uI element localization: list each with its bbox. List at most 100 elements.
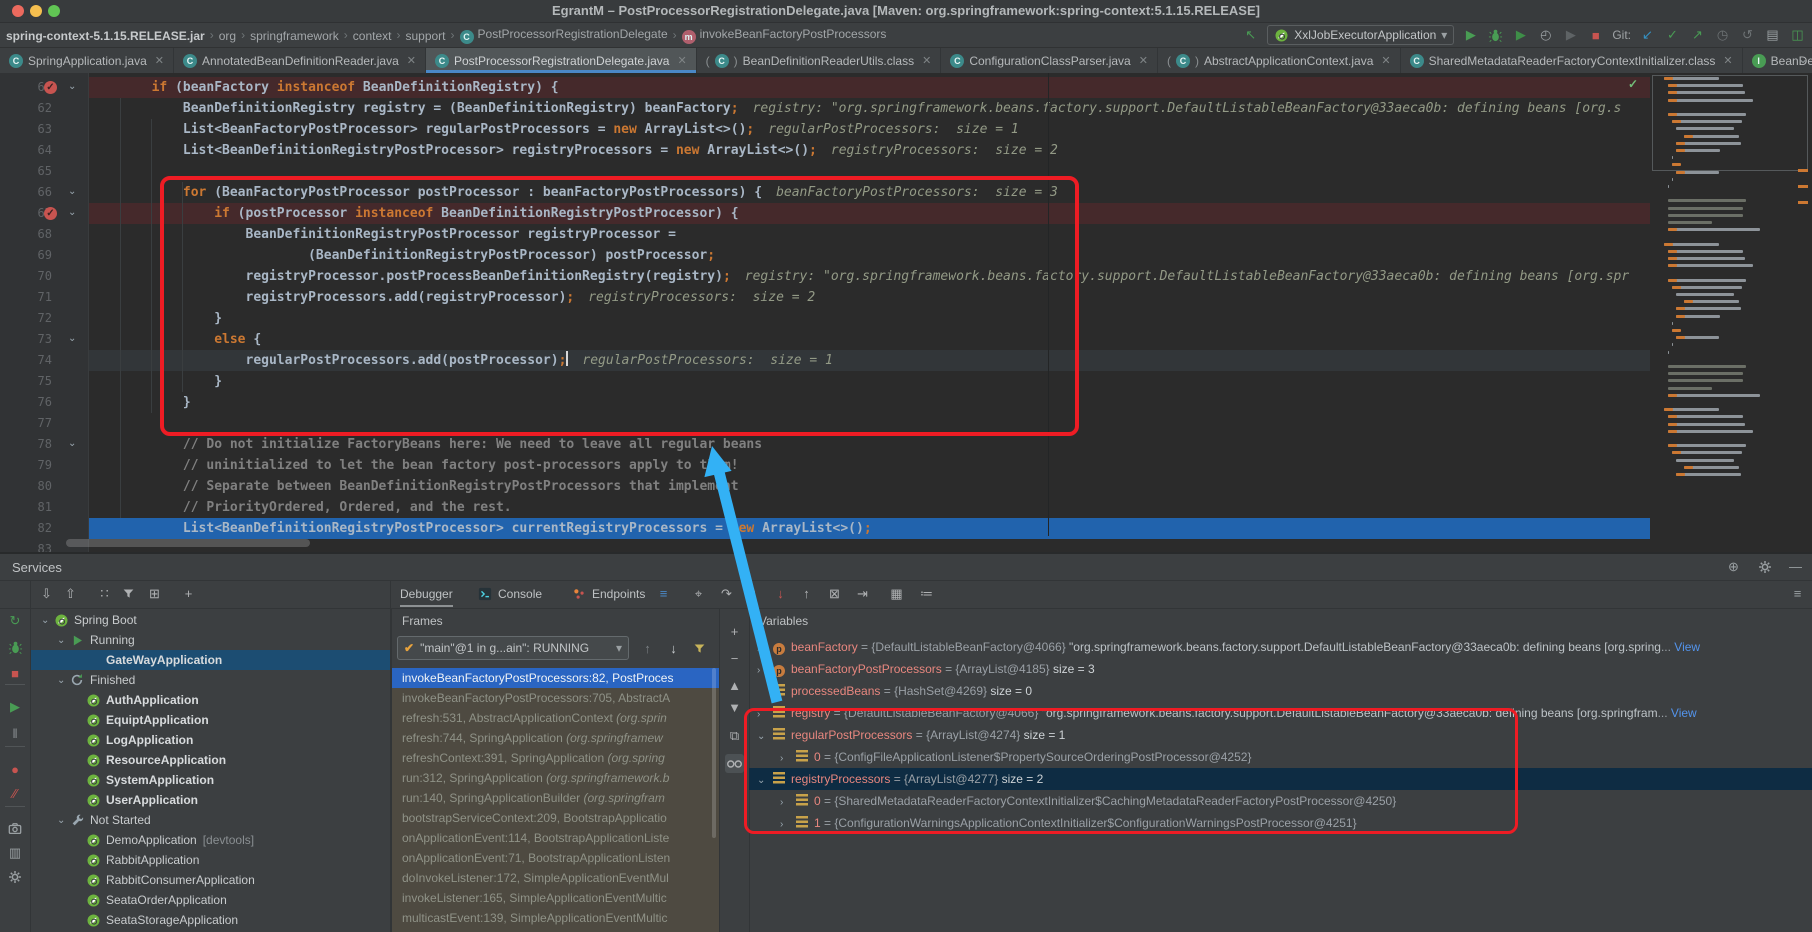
open-each-in-new-tab-icon[interactable]: ⊞ — [146, 585, 163, 602]
close-tab-icon[interactable]: ✕ — [1723, 54, 1732, 67]
tree-expander-icon[interactable]: ⌄ — [757, 726, 771, 746]
breadcrumb-item[interactable]: spring-context-5.1.15.RELEASE.jar — [6, 29, 205, 43]
variable-row-processedBeans[interactable]: processedBeans = {HashSet@4269} size = 0 — [749, 680, 1812, 702]
run-configuration-selector[interactable]: XxlJobExecutorApplication▾ — [1267, 25, 1454, 45]
tree-expander-icon[interactable]: › — [780, 792, 794, 812]
horizontal-scrollbar[interactable] — [66, 539, 310, 547]
tree-expander-icon[interactable]: ⌄ — [57, 815, 69, 826]
settings-gear-icon[interactable] — [6, 868, 24, 886]
navigate-back-icon[interactable]: ↖ — [1242, 27, 1259, 44]
code-line[interactable]: BeanDefinitionRegistryPostProcessor regi… — [246, 224, 676, 245]
variables-panel[interactable]: Variables›pbeanFactory = {DefaultListabl… — [749, 608, 1812, 932]
git-push-icon[interactable]: ↗ — [1689, 27, 1706, 44]
variable-row-0[interactable]: ›0 = {ConfigFileApplicationListener$Prop… — [749, 746, 1812, 768]
debug-icon[interactable] — [1487, 27, 1504, 44]
close-tab-icon[interactable]: ✕ — [407, 54, 416, 67]
step-into-icon[interactable]: ↓ — [746, 585, 763, 602]
code-line[interactable]: } — [214, 308, 222, 329]
service-item-logapplication[interactable]: LogApplication — [31, 730, 390, 750]
code-line[interactable]: registryProcessor.postProcessBeanDefinit… — [246, 266, 1630, 287]
stack-frame-row[interactable]: run:312, SpringApplication (org.springfr… — [392, 768, 719, 788]
tree-expander-icon[interactable]: › — [780, 748, 794, 768]
view-options-icon[interactable]: ≔ — [918, 585, 935, 602]
service-item-equiptapplication[interactable]: EquiptApplication — [31, 710, 390, 730]
stack-frame-row[interactable]: refresh:744, SpringApplication (org.spri… — [392, 728, 719, 748]
restore-layout-icon[interactable]: ▥ — [6, 844, 24, 862]
structure-icon[interactable]: ▤ — [1764, 27, 1781, 44]
code-line[interactable]: } — [183, 392, 191, 413]
editor-tab[interactable]: CSharedMetadataReaderFactoryContextIniti… — [1401, 48, 1743, 73]
git-commit-icon[interactable]: ✓ — [1664, 27, 1681, 44]
new-watch-icon[interactable]: + — [725, 622, 744, 641]
stack-frame-row[interactable]: onApplicationEvent:71, BootstrapApplicat… — [392, 848, 719, 868]
debugger-tab-debugger[interactable]: Debugger — [400, 583, 453, 605]
editor-tab[interactable]: (C)BeanDefinitionReaderUtils.class✕ — [697, 48, 942, 73]
editor-tab[interactable]: CSpringApplication.java✕ — [0, 48, 174, 73]
stack-frame-row[interactable]: invokeBeanFactoryPostProcessors:705, Abs… — [392, 688, 719, 708]
service-item-userapplication[interactable]: UserApplication — [31, 790, 390, 810]
expand-all-icon[interactable]: ⇩ — [38, 585, 55, 602]
move-up-icon[interactable]: ▲ — [725, 676, 744, 695]
variable-row-registry[interactable]: ›registry = {DefaultListableBeanFactory@… — [749, 702, 1812, 724]
service-item-rabbitapplication[interactable]: RabbitApplication — [31, 850, 390, 870]
breadcrumb-item[interactable]: context — [353, 29, 392, 43]
editor-tab[interactable]: CPostProcessorRegistrationDelegate.java✕ — [426, 48, 697, 73]
float-mode-icon[interactable]: ⊕ — [1725, 558, 1742, 575]
filter-icon[interactable] — [120, 585, 137, 602]
tree-expander-icon[interactable]: › — [780, 814, 794, 834]
service-item-authapplication[interactable]: AuthApplication — [31, 690, 390, 710]
service-item-rabbitconsumerapplication[interactable]: RabbitConsumerApplication — [31, 870, 390, 890]
stack-frame-row[interactable]: doInvokeListener:172, SimpleApplicationE… — [392, 868, 719, 888]
stack-frame-row[interactable]: refresh:531, AbstractApplicationContext … — [392, 708, 719, 728]
variable-row-0[interactable]: ›0 = {SharedMetadataReaderFactoryContext… — [749, 790, 1812, 812]
breadcrumb-item[interactable]: support — [405, 29, 445, 43]
breadcrumb-item[interactable]: springframework — [250, 29, 339, 43]
stack-frame-row[interactable]: invokeBeanFactoryPostProcessors:82, Post… — [392, 668, 719, 688]
group-by-icon[interactable]: ∷ — [96, 585, 113, 602]
inspections-ok-icon[interactable]: ✓ — [1628, 77, 1638, 91]
run-icon[interactable]: ▶ — [1462, 27, 1479, 44]
minimap[interactable] — [1650, 73, 1812, 483]
debug-bug-icon[interactable] — [6, 638, 24, 656]
view-value-link[interactable]: View — [1671, 706, 1697, 720]
stop-icon[interactable]: ■ — [6, 664, 24, 682]
close-tab-icon[interactable]: ✕ — [677, 54, 686, 67]
hide-toolwindow-icon[interactable]: ≡ — [1789, 585, 1806, 602]
service-item-seatastorageapplication[interactable]: SeataStorageApplication — [31, 910, 390, 930]
service-item-systemapplication[interactable]: SystemApplication — [31, 770, 390, 790]
stack-frame-row[interactable]: refreshContext:391, SpringApplication (o… — [392, 748, 719, 768]
thread-selector[interactable]: ✔ "main"@1 in g...ain": RUNNING ▾ — [397, 636, 629, 660]
rerun-icon[interactable]: ↻ — [6, 612, 24, 630]
history-icon[interactable]: ◷ — [1714, 27, 1731, 44]
close-tab-icon[interactable]: ✕ — [1381, 54, 1390, 67]
breadcrumb-item[interactable]: CPostProcessorRegistrationDelegate — [460, 27, 668, 44]
stack-frame-row[interactable]: bootstrapServiceContext:209, BootstrapAp… — [392, 808, 719, 828]
code-editor[interactable]: 61✓⌄6263646566⌄67✓⌄686970717273⌄74757677… — [0, 73, 1812, 552]
service-item-finished[interactable]: ⌄Finished — [31, 670, 390, 690]
drop-frame-icon[interactable]: ⊠ — [826, 585, 843, 602]
variable-row-regularPostProcessors[interactable]: ⌄regularPostProcessors = {ArrayList@4274… — [749, 724, 1812, 746]
stack-frame-row[interactable]: run:140, SpringApplicationBuilder (org.s… — [392, 788, 719, 808]
run-disabled-icon[interactable]: ▶ — [1562, 27, 1579, 44]
stack-frame-row[interactable]: onApplicationEvent:114, BootstrapApplica… — [392, 828, 719, 848]
thread-dump-icon[interactable] — [6, 820, 24, 838]
variable-row-beanFactoryPostProcessors[interactable]: ›pbeanFactoryPostProcessors = {ArrayList… — [749, 658, 1812, 680]
force-step-into-icon[interactable]: ↓ — [772, 585, 789, 602]
frames-scrollbar[interactable] — [712, 668, 716, 838]
remove-watch-icon[interactable]: − — [725, 649, 744, 668]
tree-expander-icon[interactable]: › — [757, 704, 771, 724]
breadcrumb-item[interactable]: org — [219, 29, 236, 43]
service-item-not started[interactable]: ⌄Not Started — [31, 810, 390, 830]
close-tab-icon[interactable]: ✕ — [1139, 54, 1148, 67]
tree-expander-icon[interactable]: ⌄ — [57, 635, 69, 646]
next-frame-icon[interactable]: ↓ — [665, 640, 682, 657]
variable-row-beanFactory[interactable]: ›pbeanFactory = {DefaultListableBeanFact… — [749, 636, 1812, 658]
code-line[interactable]: for (BeanFactoryPostProcessor postProces… — [183, 182, 1058, 203]
services-tree[interactable]: ⌄Spring Boot⌄RunningGateWayApplication⌄F… — [31, 608, 390, 932]
run-to-cursor-icon[interactable]: ⇥ — [854, 585, 871, 602]
view-value-link[interactable]: View — [1674, 640, 1700, 654]
code-line[interactable]: BeanDefinitionRegistry registry = (BeanD… — [183, 98, 1621, 119]
show-execution-point-icon[interactable]: ⌖ — [690, 585, 707, 602]
service-item-seataorderapplication[interactable]: SeataOrderApplication — [31, 890, 390, 910]
filter-frames-icon[interactable] — [691, 640, 708, 657]
